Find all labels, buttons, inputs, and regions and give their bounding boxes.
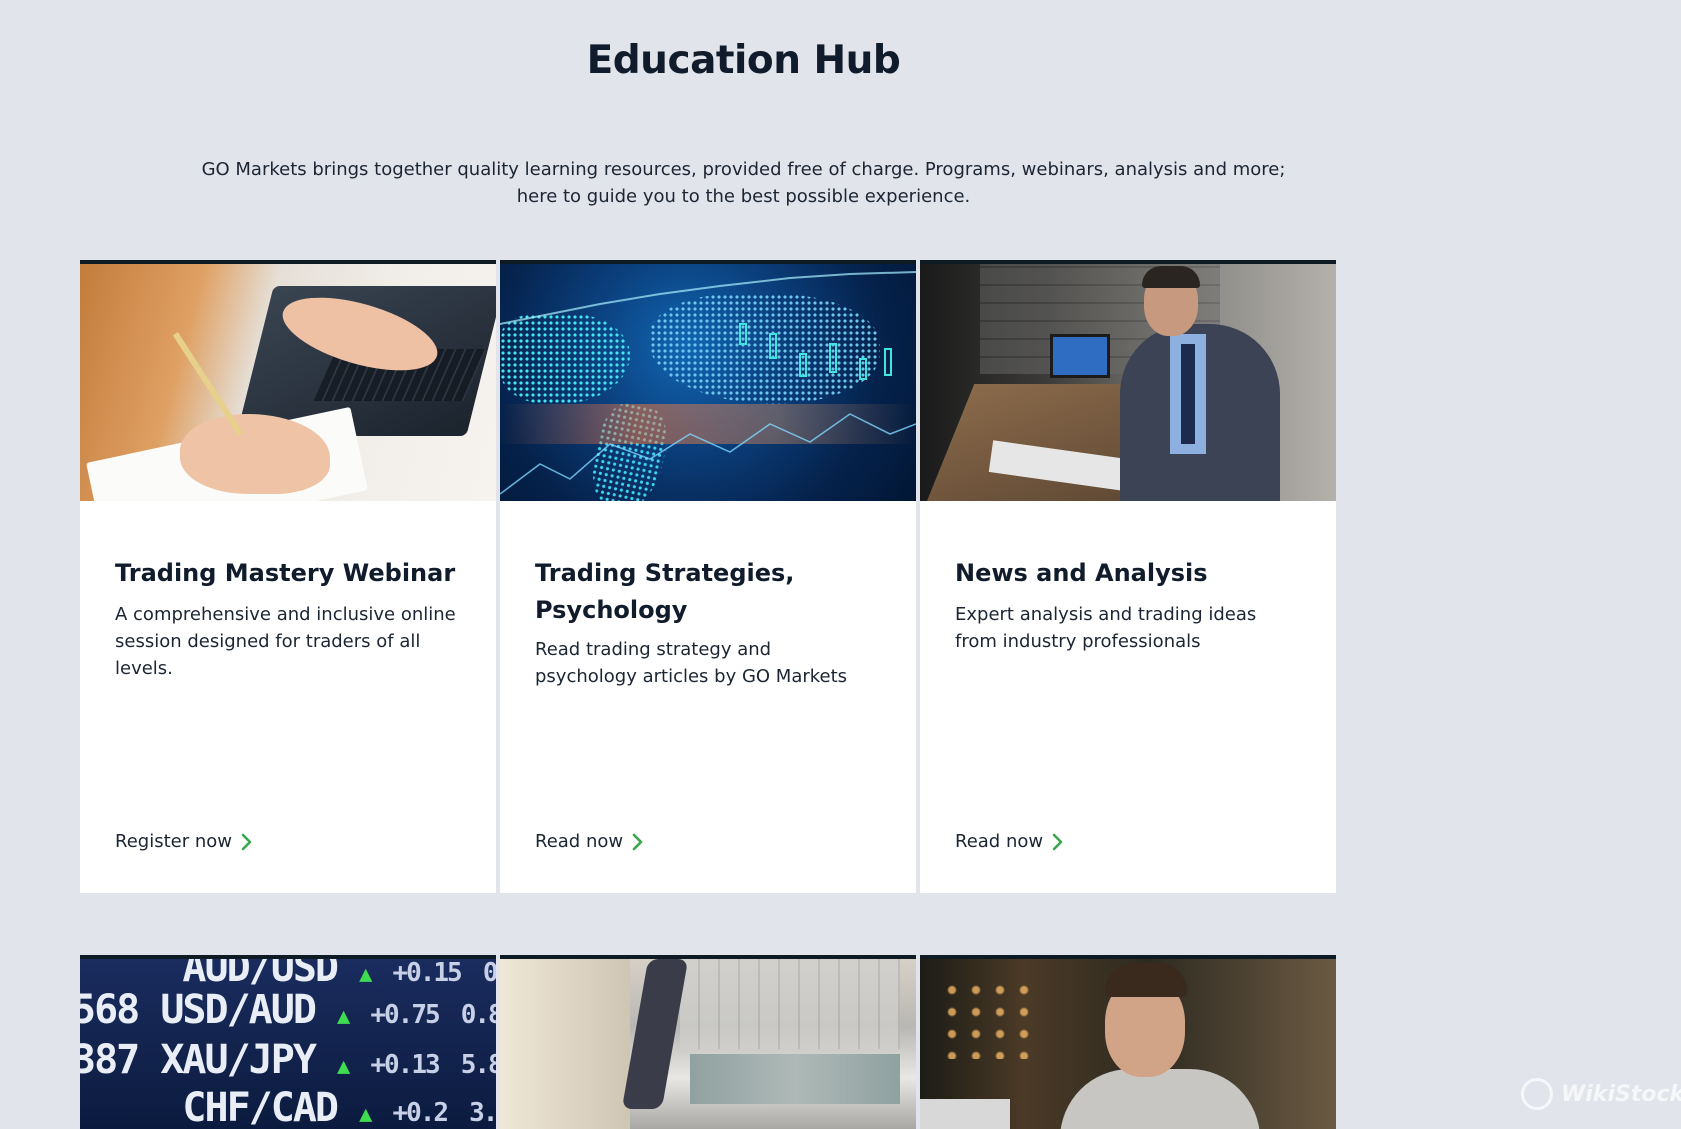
card-news-and-analysis: News and Analysis Expert analysis and tr… — [920, 260, 1336, 893]
chevron-right-icon — [632, 833, 643, 850]
cta-label: Read now — [535, 831, 624, 852]
chevron-right-icon — [1052, 833, 1063, 850]
card-title: Trading Strategies, Psychology — [535, 559, 795, 624]
ticker-row: 568 USD/AUD ▲ +0.75 0.8 — [80, 987, 496, 1033]
card-man-thinking — [920, 955, 1336, 1129]
card-description: A comprehensive and inclusive online ses… — [115, 604, 456, 679]
cta-label: Register now — [115, 831, 232, 852]
read-now-link[interactable]: Read now — [535, 831, 645, 852]
watermark: WikiStock — [1521, 1078, 1681, 1110]
card-title: News and Analysis — [955, 559, 1208, 587]
man-thinking-at-laptop-photo — [920, 959, 1336, 1129]
currency-board-photo: AUD/USD ▲ +0.15 0.6 568 USD/AUD ▲ +0.75 … — [80, 959, 496, 1129]
card-title: Trading Mastery Webinar — [115, 559, 456, 587]
businessman-walking-up-stairs-photo — [500, 959, 916, 1129]
chevron-right-icon — [241, 833, 252, 850]
card-trading-strategies-psychology: Trading Strategies, Psychology Read trad… — [500, 260, 916, 893]
card-trading-mastery-webinar: Trading Mastery Webinar A comprehensive … — [80, 260, 496, 893]
read-now-link[interactable]: Read now — [955, 831, 1065, 852]
ticker-row: CHF/CAD ▲ +0.2 3.3 — [182, 1085, 496, 1129]
card-currency-board: AUD/USD ▲ +0.15 0.6 568 USD/AUD ▲ +0.75 … — [80, 955, 496, 1129]
cta-label: Read now — [955, 831, 1044, 852]
world-map-market-data-photo — [500, 264, 916, 501]
page-title: Education Hub — [586, 38, 901, 83]
page-intro: GO Markets brings together quality learn… — [201, 159, 1286, 207]
card-description: Read trading strategy and psychology art… — [535, 639, 848, 687]
ticker-row: 387 XAU/JPY ▲ +0.13 5.8 — [80, 1037, 496, 1083]
card-walking-up-stairs — [500, 955, 916, 1129]
businessman-reading-newspaper-photo — [920, 264, 1336, 501]
register-now-link[interactable]: Register now — [115, 831, 254, 852]
card-description: Expert analysis and trading ideas from i… — [955, 604, 1257, 652]
wikistock-logo-icon — [1521, 1078, 1553, 1110]
person-writing-at-laptop-photo — [80, 264, 496, 501]
